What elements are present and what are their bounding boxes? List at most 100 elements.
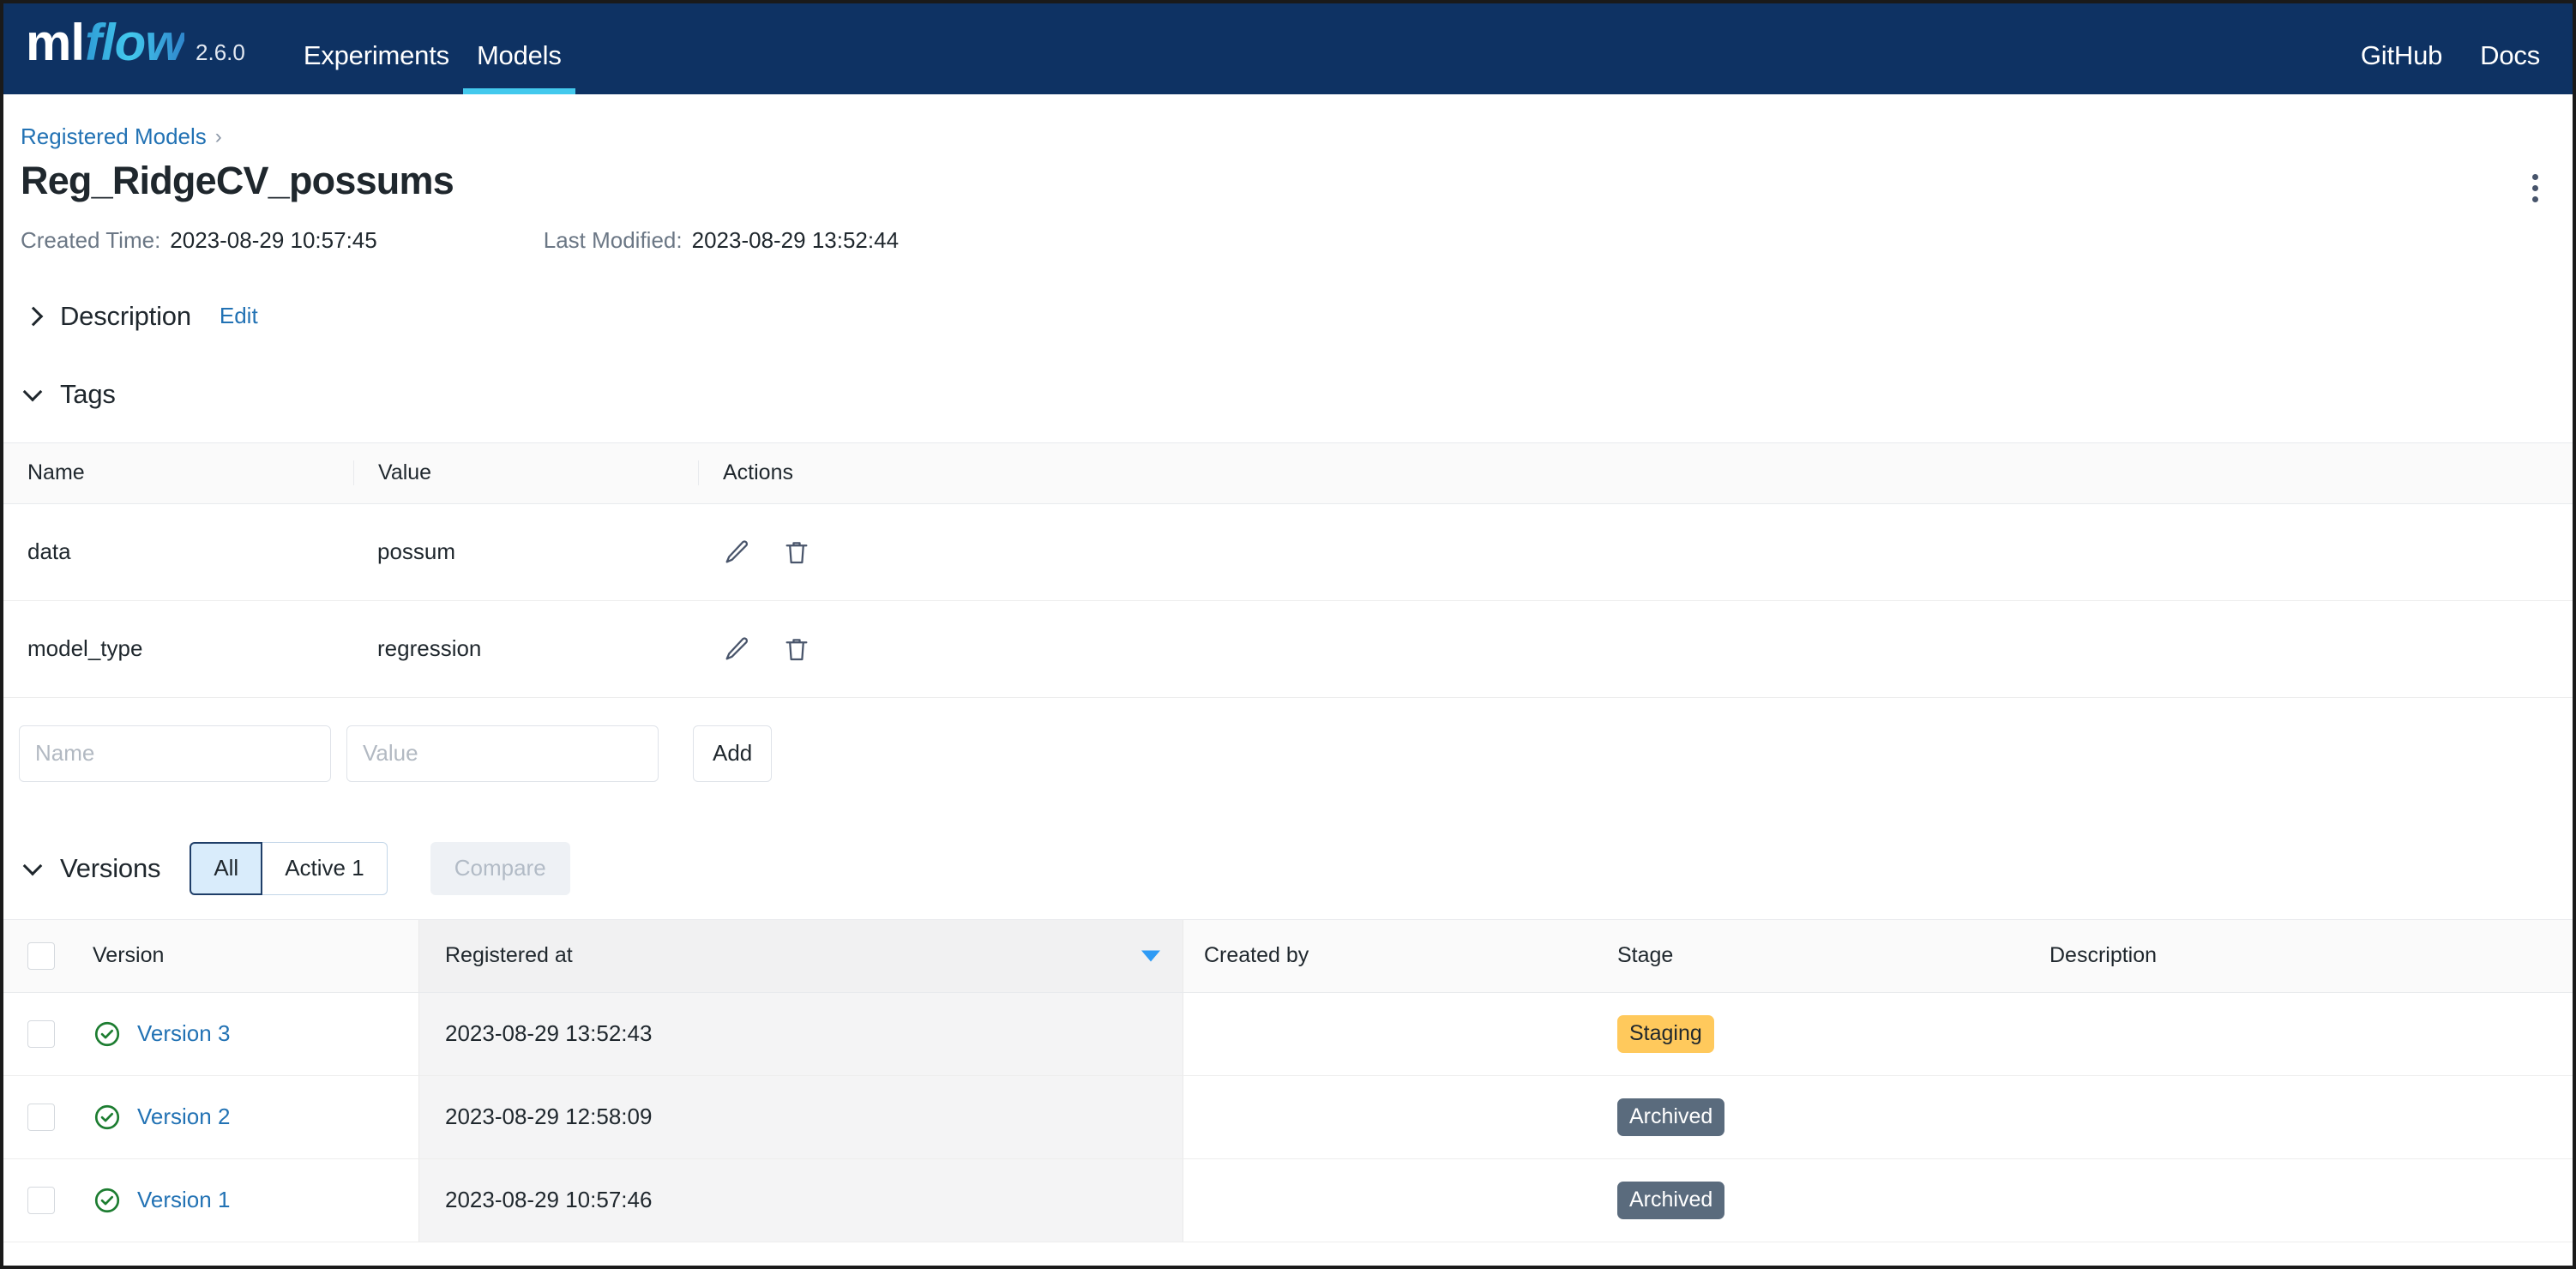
version-link[interactable]: Version 1 bbox=[137, 1187, 230, 1213]
kebab-dot bbox=[2532, 174, 2538, 180]
version-cell: Version 3 bbox=[79, 1019, 418, 1049]
breadcrumb: Registered Models › bbox=[3, 94, 2573, 150]
tag-value-cell: possum bbox=[353, 538, 698, 565]
status-badge: Archived bbox=[1617, 1182, 1724, 1219]
github-link[interactable]: GitHub bbox=[2361, 42, 2442, 69]
trash-icon[interactable] bbox=[782, 538, 811, 567]
model-metadata: Created Time: 2023-08-29 10:57:45 Last M… bbox=[3, 203, 2573, 254]
versions-filter-active[interactable]: Active 1 bbox=[262, 842, 388, 895]
chevron-down-icon[interactable] bbox=[24, 859, 43, 878]
versions-section-header: Versions All Active 1 Compare bbox=[3, 842, 2573, 895]
status-badge: Archived bbox=[1617, 1098, 1724, 1136]
status-badge: Staging bbox=[1617, 1015, 1714, 1053]
tags-table-header: Name Value Actions bbox=[3, 442, 2573, 504]
add-tag-form: Add bbox=[3, 698, 2573, 782]
tag-actions-cell bbox=[698, 538, 2573, 567]
nav-tab-models[interactable]: Models bbox=[463, 42, 575, 94]
status-ready-icon bbox=[93, 1186, 122, 1215]
created-time-value: 2023-08-29 10:57:45 bbox=[170, 227, 376, 254]
tags-section-header[interactable]: Tags bbox=[3, 379, 2573, 410]
edit-description-link[interactable]: Edit bbox=[220, 303, 258, 329]
compare-button[interactable]: Compare bbox=[430, 842, 570, 895]
chevron-right-icon[interactable] bbox=[24, 307, 43, 326]
description-section-title: Description bbox=[60, 301, 191, 332]
title-row: Reg_RidgeCV_possums bbox=[3, 150, 2573, 203]
sort-descending-icon[interactable] bbox=[1141, 950, 1160, 961]
header-right-group: GitHub Docs bbox=[2361, 42, 2540, 94]
page-body: Registered Models › Reg_RidgeCV_possums … bbox=[3, 94, 2573, 1242]
registered-at-cell: 2023-08-29 13:52:43 bbox=[418, 993, 1183, 1075]
versions-filter-group: All Active 1 bbox=[190, 842, 387, 895]
add-tag-button[interactable]: Add bbox=[693, 725, 772, 782]
versions-col-description[interactable]: Description bbox=[2029, 943, 2573, 968]
table-row: model_type regression bbox=[3, 601, 2573, 698]
kebab-dot bbox=[2532, 185, 2538, 191]
status-ready-icon bbox=[93, 1019, 122, 1049]
versions-col-registered-at[interactable]: Registered at bbox=[418, 920, 1183, 992]
row-select-cell bbox=[3, 1187, 79, 1214]
version-cell: Version 2 bbox=[79, 1103, 418, 1132]
row-checkbox[interactable] bbox=[27, 1104, 55, 1131]
page-title: Reg_RidgeCV_possums bbox=[21, 159, 454, 203]
nav-tab-experiments[interactable]: Experiments bbox=[290, 42, 463, 94]
created-time-label: Created Time: bbox=[21, 227, 160, 254]
tag-name-cell: data bbox=[3, 538, 353, 565]
tag-action-group bbox=[722, 538, 2573, 567]
stage-cell: Archived bbox=[1597, 1182, 2029, 1219]
tag-name-input[interactable] bbox=[19, 725, 331, 782]
docs-link[interactable]: Docs bbox=[2480, 42, 2540, 69]
mlflow-logo[interactable]: mlflow 2.6.0 bbox=[26, 17, 245, 94]
description-section-header[interactable]: Description Edit bbox=[3, 301, 2573, 332]
versions-col-version[interactable]: Version bbox=[79, 943, 418, 968]
versions-col-created-by[interactable]: Created by bbox=[1183, 943, 1597, 968]
versions-col-stage[interactable]: Stage bbox=[1597, 943, 2029, 968]
table-row: Version 3 2023-08-29 13:52:43 Staging bbox=[3, 993, 2573, 1076]
tags-col-name: Name bbox=[3, 460, 353, 485]
tags-col-value: Value bbox=[353, 460, 698, 485]
tag-value-cell: regression bbox=[353, 635, 698, 662]
versions-select-all-cell bbox=[3, 942, 79, 970]
logo-flow-text: flow bbox=[85, 17, 184, 69]
chevron-down-icon[interactable] bbox=[24, 385, 43, 404]
last-modified-label: Last Modified: bbox=[544, 227, 683, 254]
versions-filter-all[interactable]: All bbox=[190, 842, 262, 895]
breadcrumb-separator-icon: › bbox=[215, 125, 222, 149]
versions-col-registered-at-label: Registered at bbox=[445, 943, 573, 968]
version-link[interactable]: Version 2 bbox=[137, 1104, 230, 1130]
trash-icon[interactable] bbox=[782, 634, 811, 664]
tag-value-input[interactable] bbox=[346, 725, 659, 782]
tag-action-group bbox=[722, 634, 2573, 664]
row-checkbox[interactable] bbox=[27, 1020, 55, 1048]
logo-ml-text: ml bbox=[26, 17, 84, 69]
row-checkbox[interactable] bbox=[27, 1187, 55, 1214]
version-link[interactable]: Version 3 bbox=[137, 1020, 230, 1047]
tags-col-actions: Actions bbox=[698, 460, 2573, 485]
registered-at-cell: 2023-08-29 10:57:46 bbox=[418, 1159, 1183, 1242]
tags-section-title: Tags bbox=[60, 379, 116, 410]
stage-cell: Archived bbox=[1597, 1098, 2029, 1136]
tag-name-cell: model_type bbox=[3, 635, 353, 662]
app-header: mlflow 2.6.0 Experiments Models GitHub D… bbox=[3, 3, 2573, 94]
tags-table: Name Value Actions data possum model_typ… bbox=[3, 442, 2573, 698]
select-all-checkbox[interactable] bbox=[27, 942, 55, 970]
versions-section-title: Versions bbox=[60, 853, 160, 884]
status-ready-icon bbox=[93, 1103, 122, 1132]
versions-table: Version Registered at Created by Stage D… bbox=[3, 919, 2573, 1242]
registered-at-cell: 2023-08-29 12:58:09 bbox=[418, 1076, 1183, 1158]
breadcrumb-registered-models-link[interactable]: Registered Models bbox=[21, 123, 207, 150]
versions-table-header: Version Registered at Created by Stage D… bbox=[3, 919, 2573, 993]
table-row: Version 1 2023-08-29 10:57:46 Archived bbox=[3, 1159, 2573, 1242]
kebab-dot bbox=[2532, 196, 2538, 202]
main-nav: Experiments Models bbox=[290, 3, 575, 94]
app-version-label: 2.6.0 bbox=[196, 39, 245, 66]
row-select-cell bbox=[3, 1104, 79, 1131]
pencil-icon[interactable] bbox=[722, 634, 751, 664]
tag-actions-cell bbox=[698, 634, 2573, 664]
table-row: data possum bbox=[3, 504, 2573, 601]
row-select-cell bbox=[3, 1020, 79, 1048]
header-left-group: mlflow 2.6.0 Experiments Models bbox=[26, 3, 575, 94]
last-modified-value: 2023-08-29 13:52:44 bbox=[692, 227, 899, 254]
version-cell: Version 1 bbox=[79, 1186, 418, 1215]
pencil-icon[interactable] bbox=[722, 538, 751, 567]
overflow-menu-icon[interactable] bbox=[2520, 159, 2550, 202]
